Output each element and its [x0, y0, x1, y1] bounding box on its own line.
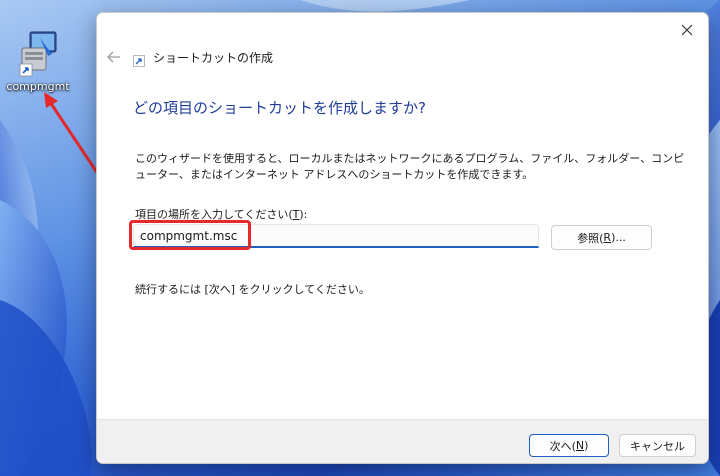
browse-suffix: )... — [611, 231, 626, 244]
window-title: ショートカットの作成 — [153, 51, 274, 65]
close-button[interactable] — [672, 17, 702, 43]
create-shortcut-dialog: ショートカットの作成 どの項目のショートカットを作成しますか? このウィザードを… — [96, 12, 709, 464]
location-label-text: 項目の場所を入力してください( — [135, 208, 293, 221]
next-button[interactable]: 次へ(N) — [529, 434, 609, 457]
desktop-shortcut-label: compmgmt — [6, 80, 70, 93]
location-input[interactable] — [133, 224, 539, 248]
location-label-suffix: ): — [299, 208, 308, 221]
location-field-label: 項目の場所を入力してください(T): — [135, 206, 307, 222]
cancel-button[interactable]: キャンセル — [619, 434, 696, 457]
arrow-left-icon — [107, 51, 120, 63]
desktop-shortcut-compmgmt[interactable]: compmgmt — [2, 26, 74, 98]
back-button[interactable] — [103, 47, 125, 67]
wizard-description: このウィザードを使用すると、ローカルまたはネットワークにあるプログラム、ファイル… — [135, 152, 685, 181]
instruction-text: 続行するには [次へ] をクリックしてください。 — [135, 283, 370, 296]
close-icon — [681, 24, 693, 36]
browse-label: 参照( — [577, 231, 604, 245]
browse-accesskey: R — [603, 231, 612, 244]
next-suffix: ) — [584, 439, 589, 452]
computer-management-icon — [19, 31, 57, 77]
next-accesskey: N — [575, 439, 585, 452]
browse-button[interactable]: 参照(R)... — [551, 225, 652, 250]
dialog-footer: 次へ(N) キャンセル — [97, 419, 708, 463]
shortcut-icon — [133, 55, 145, 67]
next-label: 次へ( — [549, 439, 576, 453]
page-heading: どの項目のショートカットを作成しますか? — [133, 99, 426, 117]
